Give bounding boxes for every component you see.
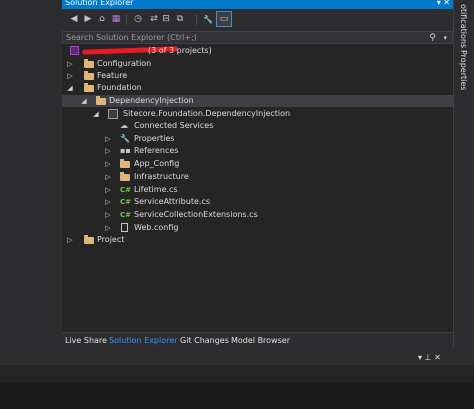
tree-item-label: Foundation — [97, 83, 142, 92]
wrench-icon: 🔧 — [120, 134, 130, 143]
toolbar-separator — [196, 14, 197, 25]
show-all-files-icon[interactable]: ⧉ — [174, 13, 186, 25]
tree-item-label: ServiceCollectionExtensions.cs — [134, 210, 258, 219]
left-gutter — [0, 0, 62, 348]
references-icon: ▪▪ — [120, 146, 131, 155]
csharp-file-icon: C# — [120, 186, 132, 194]
switch-views-icon[interactable]: ▦ — [110, 13, 122, 25]
solution-folder-icon — [84, 83, 94, 92]
tree-row-infrastructure[interactable]: ▷ Infrastructure — [62, 171, 453, 183]
panel-title: Solution Explorer — [65, 0, 134, 7]
folder-icon — [120, 172, 130, 181]
tab-model-browser[interactable]: Model Browser — [231, 334, 290, 348]
tree-row-lifetime-cs[interactable]: ▷ C# Lifetime.cs — [62, 184, 453, 196]
tree-item-label: Project — [97, 235, 125, 244]
folder-icon — [120, 159, 130, 168]
preview-icon: ▭ — [219, 14, 229, 24]
solution-icon — [70, 46, 79, 55]
tree-item-label: DependencyInjection — [109, 96, 194, 105]
expand-arrow-icon[interactable]: ▷ — [66, 71, 74, 81]
pending-changes-icon[interactable]: ◷ — [132, 13, 144, 25]
tree-row-dependencyinjection[interactable]: ◢ DependencyInjection — [62, 95, 453, 107]
expand-arrow-icon[interactable]: ▷ — [104, 223, 112, 233]
tree-row-app-config[interactable]: ▷ App_Config — [62, 158, 453, 170]
solution-folder-icon — [84, 235, 94, 244]
tree-item-label: App_Config — [134, 159, 180, 168]
solution-explorer-toolbar: ◀ ▶ ⌂ ▦ ◷ ⇄ ⊟ ⧉ 🔧 ▭ — [62, 9, 453, 31]
bottom-panel-content — [0, 382, 474, 409]
bottom-panel-controls[interactable]: ▾ ⊥ ✕ — [418, 352, 441, 364]
tree-row-serviceattribute-cs[interactable]: ▷ C# ServiceAttribute.cs — [62, 196, 453, 208]
csharp-file-icon: C# — [120, 198, 132, 206]
tree-row-servicecollectionextensions-cs[interactable]: ▷ C# ServiceCollectionExtensions.cs — [62, 209, 453, 221]
search-icon[interactable]: ⚲ — [429, 33, 436, 43]
tree-item-label: Sitecore.Foundation.DependencyInjection — [123, 109, 291, 118]
tree-row-solution[interactable]: (3 of 3 projects) — [62, 45, 453, 57]
expand-arrow-icon[interactable]: ▷ — [104, 185, 112, 195]
expand-arrow-icon[interactable]: ▷ — [104, 172, 112, 182]
home-icon[interactable]: ⌂ — [96, 13, 108, 25]
tree-row-properties[interactable]: ▷ 🔧 Properties — [62, 133, 453, 145]
expand-arrow-icon[interactable]: ▷ — [104, 159, 112, 169]
expand-arrow-icon[interactable]: ▷ — [104, 146, 112, 156]
expand-arrow-icon[interactable]: ▷ — [66, 59, 74, 69]
right-rail: otifications Properties — [453, 0, 474, 348]
sync-icon[interactable]: ⇄ — [148, 13, 160, 25]
bottom-panel: ▾ ⊥ ✕ — [0, 351, 474, 409]
search-placeholder: Search Solution Explorer (Ctrl+;) — [66, 33, 197, 42]
tab-solution-explorer[interactable]: Solution Explorer — [109, 334, 177, 348]
tab-live-share[interactable]: Live Share — [65, 334, 107, 348]
tree-row-project[interactable]: ▷ Project — [62, 234, 453, 246]
csharp-file-icon: C# — [120, 211, 132, 219]
collapse-all-icon[interactable]: ⊟ — [160, 13, 172, 25]
solution-folder-icon — [84, 59, 94, 68]
collapse-arrow-icon[interactable]: ◢ — [80, 96, 88, 106]
tree-item-label: ServiceAttribute.cs — [134, 197, 210, 206]
expand-arrow-icon[interactable]: ▷ — [104, 210, 112, 220]
config-file-icon — [121, 223, 128, 232]
tree-row-configuration[interactable]: ▷ Configuration — [62, 58, 453, 70]
expand-arrow-icon[interactable]: ▷ — [66, 235, 74, 245]
tree-row-web-config[interactable]: ▷ Web.config — [62, 222, 453, 234]
tree-row-feature[interactable]: ▷ Feature — [62, 70, 453, 82]
tab-properties[interactable]: Properties — [459, 50, 468, 90]
connected-services-cloud-icon: ☁ — [120, 121, 128, 130]
tree-item-label: Infrastructure — [134, 172, 189, 181]
tab-notifications[interactable]: otifications — [459, 4, 468, 48]
tree-item-label: Properties — [134, 134, 175, 143]
properties-wrench-icon[interactable]: 🔧 — [202, 13, 214, 25]
panel-title-bar[interactable]: Solution Explorer ▾ ✕ — [62, 0, 453, 9]
csharp-project-icon — [108, 109, 118, 119]
tree-row-project-sitecore-foundation-di[interactable]: ◢ Sitecore.Foundation.DependencyInjectio… — [62, 108, 453, 120]
tab-git-changes[interactable]: Git Changes — [180, 334, 229, 348]
search-input[interactable]: Search Solution Explorer (Ctrl+;) ⚲ ▾ — [62, 31, 453, 44]
collapse-arrow-icon[interactable]: ◢ — [66, 83, 74, 93]
search-options-chevron-down-icon[interactable]: ▾ — [443, 33, 447, 43]
bottom-panel-header: ▾ ⊥ ✕ — [0, 351, 474, 365]
collapse-arrow-icon[interactable]: ◢ — [92, 109, 100, 119]
tree-item-label: Connected Services — [134, 121, 214, 130]
tree-item-label: References — [134, 146, 179, 155]
solution-folder-icon — [84, 71, 94, 80]
tool-window-tab-strip: Live Share Solution Explorer Git Changes… — [62, 332, 453, 348]
toolbar-separator — [126, 14, 127, 25]
tree-item-label: Web.config — [134, 223, 179, 232]
tree-item-label: Configuration — [97, 59, 152, 68]
solution-project-count: (3 of 3 projects) — [148, 46, 212, 55]
expand-arrow-icon[interactable]: ▷ — [104, 197, 112, 207]
expand-arrow-icon[interactable]: ▷ — [104, 134, 112, 144]
panel-title-controls[interactable]: ▾ ✕ — [437, 0, 450, 7]
tree-row-foundation[interactable]: ◢ Foundation — [62, 82, 453, 94]
tree-item-label: Feature — [97, 71, 128, 80]
tree-row-connected-services[interactable]: ☁ Connected Services — [62, 120, 453, 132]
tree-item-label: Lifetime.cs — [134, 185, 178, 194]
forward-icon[interactable]: ▶ — [82, 13, 94, 25]
solution-folder-icon — [96, 96, 106, 105]
back-icon[interactable]: ◀ — [68, 13, 80, 25]
tree-row-references[interactable]: ▷ ▪▪ References — [62, 145, 453, 157]
